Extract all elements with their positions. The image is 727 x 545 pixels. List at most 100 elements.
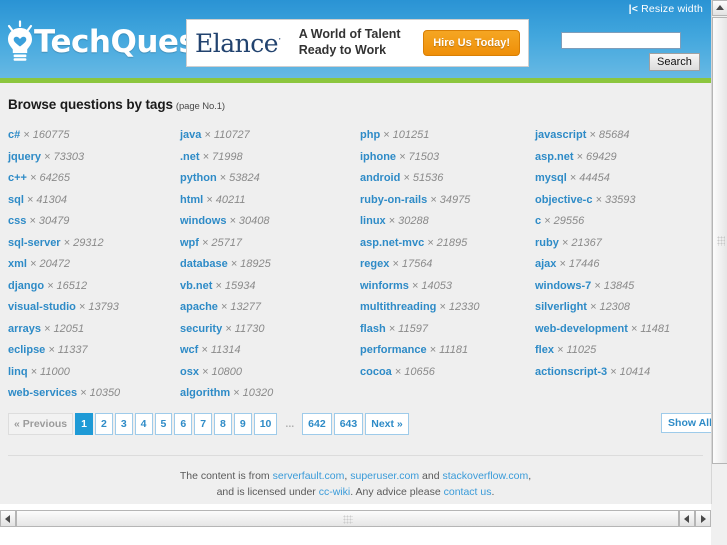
show-all-button[interactable]: Show All [661, 413, 711, 433]
tag-link[interactable]: c++ [8, 172, 27, 184]
tag-link[interactable]: osx [180, 366, 199, 378]
tag-link[interactable]: ruby [535, 237, 559, 249]
page-content: |< Resize width TechQues Elance· A World… [0, 0, 711, 504]
pagination-page-643[interactable]: 643 [333, 413, 364, 435]
tag-link[interactable]: arrays [8, 323, 41, 335]
tag-link[interactable]: objective-c [535, 194, 592, 206]
tag-link[interactable]: linux [360, 215, 386, 227]
tag-link[interactable]: database [180, 258, 228, 270]
tag-link[interactable]: php [360, 129, 380, 141]
footer-line-1: The content is from serverfault.com, sup… [8, 468, 703, 484]
pagination-page-642[interactable]: 642 [302, 413, 332, 435]
tag-link[interactable]: web-development [535, 323, 628, 335]
scroll-right-button[interactable] [695, 510, 711, 527]
vertical-scrollbar[interactable] [711, 0, 727, 545]
tag-count: × 64265 [29, 172, 71, 184]
tag-link[interactable]: multithreading [360, 301, 436, 313]
scroll-up-button[interactable] [712, 0, 727, 16]
tag-link[interactable]: java [180, 129, 201, 141]
tag-item: c# × 160775 [8, 125, 183, 147]
ad-cta-button[interactable]: Hire Us Today! [423, 30, 520, 56]
tag-link[interactable]: ajax [535, 258, 556, 270]
link-superuser[interactable]: superuser.com [350, 470, 419, 482]
tag-link[interactable]: python [180, 172, 217, 184]
tag-link[interactable]: c# [8, 129, 20, 141]
tag-link[interactable]: .net [180, 151, 200, 163]
pagination-page-7[interactable]: 7 [194, 413, 213, 435]
site-logo[interactable]: TechQues [4, 16, 197, 68]
tag-link[interactable]: asp.net [535, 151, 574, 163]
pagination-page-5[interactable]: 5 [154, 413, 173, 435]
triangle-up-icon [716, 5, 724, 10]
resize-width-control[interactable]: |< Resize width [629, 3, 703, 15]
pagination-page-3[interactable]: 3 [114, 413, 133, 435]
tag-link[interactable]: windows [180, 215, 226, 227]
scroll-left-button-end[interactable] [679, 510, 695, 527]
tag-link[interactable]: eclipse [8, 344, 45, 356]
pagination-page-4[interactable]: 4 [134, 413, 153, 435]
link-stackoverflow[interactable]: stackoverflow.com [442, 470, 528, 482]
search-button[interactable]: Search [649, 53, 700, 71]
tag-link[interactable]: apache [180, 301, 218, 313]
tag-link[interactable]: windows-7 [535, 280, 591, 292]
advertisement-banner[interactable]: Elance· A World of Talent Ready to Work … [186, 19, 529, 67]
tag-link[interactable]: iphone [360, 151, 396, 163]
tag-link[interactable]: actionscript-3 [535, 366, 607, 378]
tag-link[interactable]: security [180, 323, 222, 335]
tag-link[interactable]: flex [535, 344, 554, 356]
tag-link[interactable]: regex [360, 258, 389, 270]
tag-link[interactable]: asp.net-mvc [360, 237, 424, 249]
tag-item: linq × 11000 [8, 362, 183, 384]
tag-item: regex × 17564 [360, 254, 535, 276]
tag-item: visual-studio × 13793 [8, 297, 183, 319]
tag-link[interactable]: html [180, 194, 203, 206]
tag-link[interactable]: django [8, 280, 44, 292]
tag-link[interactable]: c [535, 215, 541, 227]
tag-link[interactable]: javascript [535, 129, 586, 141]
tag-link[interactable]: visual-studio [8, 301, 76, 313]
tag-link[interactable]: xml [8, 258, 27, 270]
tag-link[interactable]: wcf [180, 344, 198, 356]
tag-item: flash × 11597 [360, 319, 535, 341]
tag-link[interactable]: winforms [360, 280, 409, 292]
pagination-page-9[interactable]: 9 [233, 413, 252, 435]
tag-link[interactable]: sql-server [8, 237, 61, 249]
vertical-scrollbar-thumb[interactable] [712, 17, 727, 464]
tag-count: × 12330 [439, 301, 480, 313]
tag-link[interactable]: algorithm [180, 387, 230, 399]
tag-link[interactable]: silverlight [535, 301, 587, 313]
tag-link[interactable]: ruby-on-rails [360, 194, 427, 206]
search-input[interactable] [561, 31, 681, 49]
tag-link[interactable]: web-services [8, 387, 77, 399]
tag-link[interactable]: mysql [535, 172, 567, 184]
tag-count: × 69429 [576, 150, 617, 163]
pagination-next[interactable]: Next » [365, 413, 409, 435]
grip-icon [717, 235, 725, 246]
triangle-right-icon [701, 514, 706, 523]
tag-link[interactable]: linq [8, 366, 28, 378]
pagination-page-2[interactable]: 2 [94, 413, 113, 435]
tag-count: × 11337 [48, 344, 88, 356]
tag-link[interactable]: cocoa [360, 366, 392, 378]
tag-link[interactable]: flash [360, 323, 386, 335]
pagination-page-10[interactable]: 10 [253, 413, 278, 435]
horizontal-scrollbar-thumb[interactable] [16, 510, 679, 527]
pagination-page-6[interactable]: 6 [174, 413, 193, 435]
tag-link[interactable]: css [8, 215, 26, 227]
link-contact-us[interactable]: contact us [444, 486, 492, 498]
scroll-left-button[interactable] [0, 510, 16, 527]
link-cc-wiki[interactable]: cc-wiki [319, 486, 351, 498]
tag-link[interactable]: performance [360, 344, 427, 356]
pagination-page-1[interactable]: 1 [75, 413, 93, 435]
grip-icon [342, 515, 353, 524]
tag-link[interactable]: vb.net [180, 280, 212, 292]
tag-link[interactable]: wpf [180, 237, 199, 249]
link-serverfault[interactable]: serverfault.com [273, 470, 345, 482]
tag-link[interactable]: jquery [8, 151, 41, 163]
tag-count: × 25717 [201, 236, 243, 249]
tag-link[interactable]: android [360, 172, 400, 184]
tag-item: web-development × 11481 [535, 319, 710, 341]
horizontal-scrollbar[interactable] [0, 504, 711, 545]
tag-link[interactable]: sql [8, 194, 24, 206]
pagination-page-8[interactable]: 8 [214, 413, 232, 435]
